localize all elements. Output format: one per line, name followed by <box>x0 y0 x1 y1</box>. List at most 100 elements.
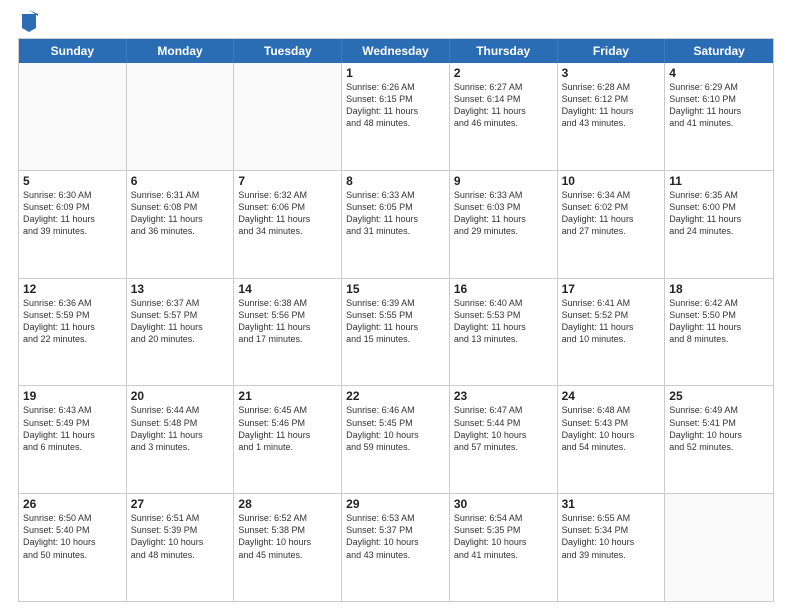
day-cell-28: 28Sunrise: 6:52 AM Sunset: 5:38 PM Dayli… <box>234 494 342 601</box>
day-cell-13: 13Sunrise: 6:37 AM Sunset: 5:57 PM Dayli… <box>127 279 235 386</box>
day-cell-18: 18Sunrise: 6:42 AM Sunset: 5:50 PM Dayli… <box>665 279 773 386</box>
day-number: 15 <box>346 282 445 296</box>
day-number: 2 <box>454 66 553 80</box>
day-info: Sunrise: 6:32 AM Sunset: 6:06 PM Dayligh… <box>238 189 337 238</box>
day-info: Sunrise: 6:26 AM Sunset: 6:15 PM Dayligh… <box>346 81 445 130</box>
day-cell-30: 30Sunrise: 6:54 AM Sunset: 5:35 PM Dayli… <box>450 494 558 601</box>
day-info: Sunrise: 6:34 AM Sunset: 6:02 PM Dayligh… <box>562 189 661 238</box>
day-cell-29: 29Sunrise: 6:53 AM Sunset: 5:37 PM Dayli… <box>342 494 450 601</box>
day-cell-1: 1Sunrise: 6:26 AM Sunset: 6:15 PM Daylig… <box>342 63 450 170</box>
day-number: 4 <box>669 66 769 80</box>
day-number: 24 <box>562 389 661 403</box>
empty-cell <box>665 494 773 601</box>
day-info: Sunrise: 6:49 AM Sunset: 5:41 PM Dayligh… <box>669 404 769 453</box>
day-cell-14: 14Sunrise: 6:38 AM Sunset: 5:56 PM Dayli… <box>234 279 342 386</box>
day-number: 17 <box>562 282 661 296</box>
day-number: 28 <box>238 497 337 511</box>
day-cell-17: 17Sunrise: 6:41 AM Sunset: 5:52 PM Dayli… <box>558 279 666 386</box>
calendar-row-0: 1Sunrise: 6:26 AM Sunset: 6:15 PM Daylig… <box>19 63 773 171</box>
day-number: 30 <box>454 497 553 511</box>
day-number: 6 <box>131 174 230 188</box>
day-number: 13 <box>131 282 230 296</box>
empty-cell <box>19 63 127 170</box>
day-cell-4: 4Sunrise: 6:29 AM Sunset: 6:10 PM Daylig… <box>665 63 773 170</box>
day-cell-23: 23Sunrise: 6:47 AM Sunset: 5:44 PM Dayli… <box>450 386 558 493</box>
day-info: Sunrise: 6:31 AM Sunset: 6:08 PM Dayligh… <box>131 189 230 238</box>
day-cell-20: 20Sunrise: 6:44 AM Sunset: 5:48 PM Dayli… <box>127 386 235 493</box>
day-cell-2: 2Sunrise: 6:27 AM Sunset: 6:14 PM Daylig… <box>450 63 558 170</box>
day-cell-11: 11Sunrise: 6:35 AM Sunset: 6:00 PM Dayli… <box>665 171 773 278</box>
header-cell-friday: Friday <box>558 39 666 63</box>
calendar-body: 1Sunrise: 6:26 AM Sunset: 6:15 PM Daylig… <box>19 63 773 601</box>
calendar-header: SundayMondayTuesdayWednesdayThursdayFrid… <box>19 39 773 63</box>
day-number: 3 <box>562 66 661 80</box>
day-cell-3: 3Sunrise: 6:28 AM Sunset: 6:12 PM Daylig… <box>558 63 666 170</box>
day-cell-8: 8Sunrise: 6:33 AM Sunset: 6:05 PM Daylig… <box>342 171 450 278</box>
header-cell-sunday: Sunday <box>19 39 127 63</box>
day-number: 27 <box>131 497 230 511</box>
day-info: Sunrise: 6:30 AM Sunset: 6:09 PM Dayligh… <box>23 189 122 238</box>
calendar-row-4: 26Sunrise: 6:50 AM Sunset: 5:40 PM Dayli… <box>19 494 773 601</box>
day-cell-19: 19Sunrise: 6:43 AM Sunset: 5:49 PM Dayli… <box>19 386 127 493</box>
day-number: 8 <box>346 174 445 188</box>
header-cell-thursday: Thursday <box>450 39 558 63</box>
day-info: Sunrise: 6:42 AM Sunset: 5:50 PM Dayligh… <box>669 297 769 346</box>
day-number: 31 <box>562 497 661 511</box>
day-info: Sunrise: 6:36 AM Sunset: 5:59 PM Dayligh… <box>23 297 122 346</box>
day-cell-12: 12Sunrise: 6:36 AM Sunset: 5:59 PM Dayli… <box>19 279 127 386</box>
day-info: Sunrise: 6:52 AM Sunset: 5:38 PM Dayligh… <box>238 512 337 561</box>
day-number: 7 <box>238 174 337 188</box>
day-cell-21: 21Sunrise: 6:45 AM Sunset: 5:46 PM Dayli… <box>234 386 342 493</box>
day-number: 1 <box>346 66 445 80</box>
day-cell-24: 24Sunrise: 6:48 AM Sunset: 5:43 PM Dayli… <box>558 386 666 493</box>
day-info: Sunrise: 6:47 AM Sunset: 5:44 PM Dayligh… <box>454 404 553 453</box>
day-info: Sunrise: 6:46 AM Sunset: 5:45 PM Dayligh… <box>346 404 445 453</box>
day-number: 14 <box>238 282 337 296</box>
page-header <box>18 10 774 32</box>
day-info: Sunrise: 6:50 AM Sunset: 5:40 PM Dayligh… <box>23 512 122 561</box>
day-info: Sunrise: 6:37 AM Sunset: 5:57 PM Dayligh… <box>131 297 230 346</box>
day-cell-5: 5Sunrise: 6:30 AM Sunset: 6:09 PM Daylig… <box>19 171 127 278</box>
header-cell-saturday: Saturday <box>665 39 773 63</box>
day-number: 11 <box>669 174 769 188</box>
day-number: 9 <box>454 174 553 188</box>
day-cell-16: 16Sunrise: 6:40 AM Sunset: 5:53 PM Dayli… <box>450 279 558 386</box>
day-number: 19 <box>23 389 122 403</box>
day-number: 16 <box>454 282 553 296</box>
logo-icon <box>20 10 38 32</box>
day-info: Sunrise: 6:55 AM Sunset: 5:34 PM Dayligh… <box>562 512 661 561</box>
day-info: Sunrise: 6:43 AM Sunset: 5:49 PM Dayligh… <box>23 404 122 453</box>
day-cell-6: 6Sunrise: 6:31 AM Sunset: 6:08 PM Daylig… <box>127 171 235 278</box>
day-info: Sunrise: 6:39 AM Sunset: 5:55 PM Dayligh… <box>346 297 445 346</box>
day-cell-9: 9Sunrise: 6:33 AM Sunset: 6:03 PM Daylig… <box>450 171 558 278</box>
day-number: 29 <box>346 497 445 511</box>
day-info: Sunrise: 6:33 AM Sunset: 6:05 PM Dayligh… <box>346 189 445 238</box>
day-number: 22 <box>346 389 445 403</box>
day-cell-10: 10Sunrise: 6:34 AM Sunset: 6:02 PM Dayli… <box>558 171 666 278</box>
day-number: 26 <box>23 497 122 511</box>
day-cell-22: 22Sunrise: 6:46 AM Sunset: 5:45 PM Dayli… <box>342 386 450 493</box>
day-cell-7: 7Sunrise: 6:32 AM Sunset: 6:06 PM Daylig… <box>234 171 342 278</box>
day-number: 12 <box>23 282 122 296</box>
day-info: Sunrise: 6:38 AM Sunset: 5:56 PM Dayligh… <box>238 297 337 346</box>
day-number: 5 <box>23 174 122 188</box>
day-number: 20 <box>131 389 230 403</box>
day-info: Sunrise: 6:51 AM Sunset: 5:39 PM Dayligh… <box>131 512 230 561</box>
calendar-row-3: 19Sunrise: 6:43 AM Sunset: 5:49 PM Dayli… <box>19 386 773 494</box>
day-cell-25: 25Sunrise: 6:49 AM Sunset: 5:41 PM Dayli… <box>665 386 773 493</box>
header-cell-monday: Monday <box>127 39 235 63</box>
calendar-row-2: 12Sunrise: 6:36 AM Sunset: 5:59 PM Dayli… <box>19 279 773 387</box>
day-info: Sunrise: 6:35 AM Sunset: 6:00 PM Dayligh… <box>669 189 769 238</box>
day-cell-31: 31Sunrise: 6:55 AM Sunset: 5:34 PM Dayli… <box>558 494 666 601</box>
calendar: SundayMondayTuesdayWednesdayThursdayFrid… <box>18 38 774 602</box>
day-info: Sunrise: 6:44 AM Sunset: 5:48 PM Dayligh… <box>131 404 230 453</box>
day-info: Sunrise: 6:40 AM Sunset: 5:53 PM Dayligh… <box>454 297 553 346</box>
day-info: Sunrise: 6:29 AM Sunset: 6:10 PM Dayligh… <box>669 81 769 130</box>
day-number: 23 <box>454 389 553 403</box>
header-cell-tuesday: Tuesday <box>234 39 342 63</box>
day-number: 21 <box>238 389 337 403</box>
day-cell-27: 27Sunrise: 6:51 AM Sunset: 5:39 PM Dayli… <box>127 494 235 601</box>
calendar-row-1: 5Sunrise: 6:30 AM Sunset: 6:09 PM Daylig… <box>19 171 773 279</box>
day-info: Sunrise: 6:28 AM Sunset: 6:12 PM Dayligh… <box>562 81 661 130</box>
header-cell-wednesday: Wednesday <box>342 39 450 63</box>
